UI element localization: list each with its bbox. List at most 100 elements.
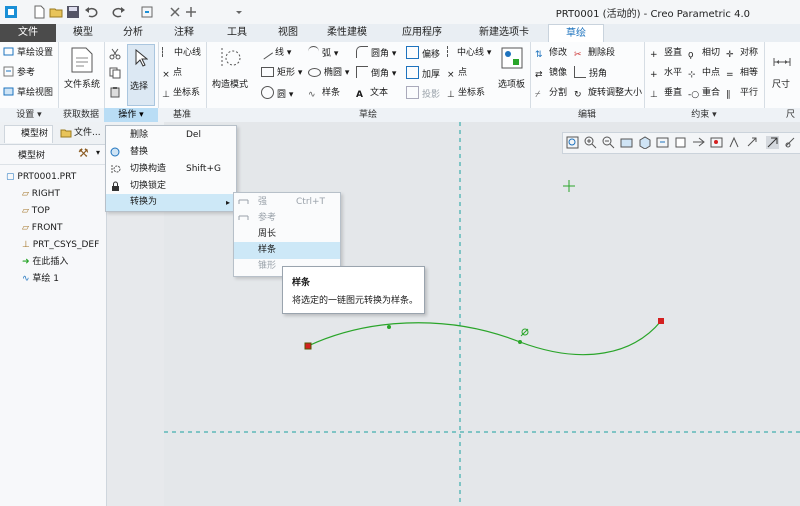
ellipse-button[interactable]: 椭圆 ▾ bbox=[308, 66, 349, 80]
coincident-constraint-button[interactable]: -○ 重合 bbox=[688, 86, 720, 100]
saved-views-icon[interactable] bbox=[656, 136, 669, 149]
tree-item-top-plane[interactable]: ▱ TOP bbox=[22, 204, 50, 218]
tree-item-csys[interactable]: ⊥ PRT_CSYS_DEF bbox=[22, 238, 99, 252]
menu-item-perimeter[interactable]: 周长 bbox=[234, 226, 340, 243]
graphics-area[interactable] bbox=[164, 122, 800, 506]
rotate-resize-button[interactable]: ↻ 旋转调整大小 bbox=[574, 86, 642, 100]
sketch-setup-button[interactable]: 草绘设置 bbox=[3, 46, 53, 60]
undo-icon[interactable] bbox=[84, 5, 98, 19]
tab-model[interactable]: 模型 bbox=[56, 24, 110, 42]
save-icon[interactable] bbox=[66, 5, 80, 19]
menu-item-toggle-lock[interactable]: 切换锁定 bbox=[106, 178, 236, 195]
zoom-out-icon[interactable] bbox=[602, 136, 615, 149]
menu-item-delete[interactable]: 删除 Del bbox=[106, 127, 236, 144]
tree-item-right-plane[interactable]: ▱ RIGHT bbox=[22, 187, 60, 201]
group-setup-label[interactable]: 设置 ▾ bbox=[0, 108, 58, 122]
chamfer-button[interactable]: 倒角 ▾ bbox=[356, 66, 396, 80]
offset-button[interactable]: 偏移 bbox=[406, 46, 440, 60]
divide-button[interactable]: ⌿ 分割 bbox=[535, 86, 567, 100]
spline-curve[interactable] bbox=[307, 320, 662, 356]
perspective-icon[interactable] bbox=[692, 136, 705, 149]
mirror-button[interactable]: ⇄ 镜像 bbox=[535, 66, 567, 80]
open-folder-icon[interactable] bbox=[49, 5, 63, 19]
delete-segment-button[interactable]: ✂ 删除段 bbox=[574, 46, 615, 60]
dimension-display-icon[interactable] bbox=[766, 136, 779, 149]
select-button[interactable]: 选择 bbox=[127, 44, 155, 106]
cut-icon[interactable] bbox=[109, 48, 121, 60]
line-button[interactable]: 线 ▾ bbox=[259, 46, 291, 60]
sketch-centerline-button[interactable]: 中心线 ▾ bbox=[447, 46, 491, 60]
rectangle-button[interactable]: 矩形 ▾ bbox=[261, 66, 302, 80]
constraint-display-icon[interactable] bbox=[784, 136, 797, 149]
menu-item-reference[interactable]: 参考 bbox=[234, 210, 340, 227]
regenerate-icon[interactable] bbox=[140, 5, 154, 19]
fillet-button[interactable]: 圆角 ▾ bbox=[356, 46, 396, 60]
file-system-button[interactable]: 文件系统 bbox=[64, 78, 100, 92]
plus-icon[interactable] bbox=[184, 5, 198, 19]
datum-coord-sys-button[interactable]: ⊥ 坐标系 bbox=[162, 86, 200, 100]
tools-chevron-down-icon[interactable]: ▾ bbox=[96, 148, 100, 157]
midpoint-constraint-button[interactable]: ⊹ 中点 bbox=[688, 66, 720, 80]
palette-button[interactable]: 选项板 bbox=[498, 78, 525, 92]
group-operations-label[interactable]: 操作 ▾ bbox=[104, 108, 158, 122]
modify-button[interactable]: ⇅ 修改 bbox=[535, 46, 567, 60]
spline-start-endpoint[interactable] bbox=[304, 342, 312, 350]
tab-file[interactable]: 文件 bbox=[0, 24, 56, 42]
repaint-icon[interactable] bbox=[620, 136, 633, 149]
copy-icon[interactable] bbox=[109, 67, 121, 79]
tab-sketch[interactable]: 草绘 bbox=[548, 24, 604, 43]
spline-point[interactable] bbox=[518, 340, 522, 344]
sketch-point-button[interactable]: × 点 bbox=[447, 66, 467, 80]
tree-item-front-plane[interactable]: ▱ FRONT bbox=[22, 221, 63, 235]
sketch-canvas[interactable] bbox=[164, 122, 800, 506]
sketch-coord-sys-button[interactable]: ⊥ 坐标系 bbox=[447, 86, 485, 100]
refit-icon[interactable] bbox=[566, 136, 579, 149]
vertical-constraint-button[interactable]: + 竖直 bbox=[650, 46, 682, 60]
project-button[interactable]: 投影 bbox=[406, 86, 440, 100]
tab-new-tab[interactable]: 新建选项卡 bbox=[464, 24, 544, 42]
circle-button[interactable]: 圆 ▾ bbox=[261, 86, 293, 100]
spline-button[interactable]: ∿ 样条 bbox=[308, 86, 340, 100]
zoom-in-icon[interactable] bbox=[584, 136, 597, 149]
menu-item-replace[interactable]: 替换 bbox=[106, 144, 236, 161]
corner-button[interactable]: 拐角 bbox=[574, 66, 607, 80]
datum-display-icon[interactable] bbox=[710, 136, 723, 149]
paste-icon[interactable] bbox=[109, 86, 121, 98]
tab-applications[interactable]: 应用程序 bbox=[380, 24, 464, 42]
spin-center-icon[interactable] bbox=[746, 136, 759, 149]
tangent-constraint-button[interactable]: ϙ 相切 bbox=[688, 46, 720, 60]
spline-end-endpoint[interactable] bbox=[658, 318, 664, 324]
menu-item-strong[interactable]: 强 Ctrl+T bbox=[234, 194, 340, 211]
tab-tools[interactable]: 工具 bbox=[212, 24, 262, 42]
reference-button[interactable]: 参考 bbox=[3, 66, 35, 80]
tree-item-insert-here[interactable]: ➜ 在此插入 bbox=[22, 255, 68, 269]
close-window-icon[interactable] bbox=[168, 5, 182, 19]
arc-button[interactable]: 弧 ▾ bbox=[308, 46, 338, 60]
new-file-icon[interactable] bbox=[32, 5, 46, 19]
customize-chevron-down-icon[interactable] bbox=[232, 5, 246, 19]
symmetric-constraint-button[interactable]: ✛ 对称 bbox=[726, 46, 758, 60]
parallel-constraint-button[interactable]: ∥ 平行 bbox=[726, 86, 758, 100]
thicken-button[interactable]: 加厚 bbox=[406, 66, 440, 80]
group-constrain-label[interactable]: 约束 ▾ bbox=[644, 108, 764, 122]
perpendicular-constraint-button[interactable]: ⊥ 垂直 bbox=[650, 86, 682, 100]
datum-point-button[interactable]: × 点 bbox=[162, 66, 182, 80]
tab-folder-browser[interactable]: 文件... bbox=[58, 125, 105, 142]
view-manager-icon[interactable] bbox=[674, 136, 687, 149]
tab-annotate[interactable]: 注释 bbox=[156, 24, 212, 42]
tree-item-sketch[interactable]: ∿ 草绘 1 bbox=[22, 272, 59, 286]
tab-model-tree[interactable]: 模型树 bbox=[4, 125, 54, 143]
tab-view[interactable]: 视图 bbox=[262, 24, 314, 42]
annotation-display-icon[interactable] bbox=[728, 136, 741, 149]
construction-mode-button[interactable]: 构造模式 bbox=[212, 78, 248, 92]
datum-centerline-button[interactable]: 中心线 bbox=[162, 46, 201, 60]
tab-flexible-modeling[interactable]: 柔性建模 bbox=[314, 24, 380, 42]
equal-constraint-button[interactable]: = 相等 bbox=[726, 66, 758, 80]
redo-icon[interactable] bbox=[112, 5, 126, 19]
sketch-view-button[interactable]: 草绘视图 bbox=[3, 86, 53, 100]
horizontal-constraint-button[interactable]: + 水平 bbox=[650, 66, 682, 80]
menu-item-convert-to[interactable]: 转换为 ▸ bbox=[106, 194, 236, 211]
text-button[interactable]: A 文本 bbox=[356, 86, 388, 100]
tree-item-part[interactable]: ▢ PRT0001.PRT bbox=[6, 170, 76, 184]
display-style-icon[interactable] bbox=[638, 136, 651, 149]
